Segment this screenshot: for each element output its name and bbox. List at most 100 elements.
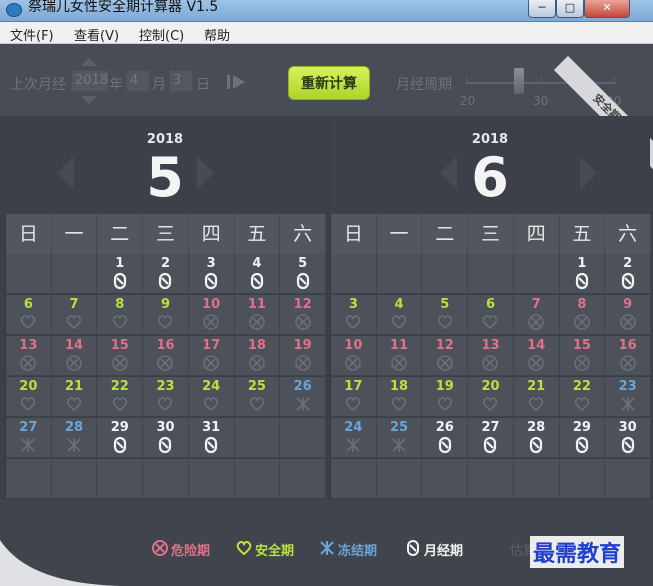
day-cell[interactable]: 2 <box>143 254 189 294</box>
menstrual-icon <box>113 272 126 290</box>
day-cell[interactable]: 1 <box>97 254 144 294</box>
maximize-button[interactable]: □ <box>556 0 584 18</box>
legend-menstrual-label: 月经期 <box>424 544 464 559</box>
safe-icon <box>346 315 361 330</box>
day-cell[interactable]: 27 <box>6 418 52 458</box>
day-number: 20 <box>19 379 38 394</box>
day-cell[interactable]: 7 <box>51 295 98 335</box>
day-cell[interactable]: 22 <box>97 377 144 417</box>
day-cell[interactable]: 6 <box>6 295 52 335</box>
day-cell[interactable]: 10 <box>331 336 377 376</box>
day-cell[interactable]: 9 <box>605 295 651 335</box>
day-cell[interactable]: 20 <box>468 377 514 417</box>
play-icon[interactable] <box>226 74 246 90</box>
day-cell[interactable]: 11 <box>234 295 281 335</box>
day-cell[interactable]: 25 <box>234 377 281 417</box>
day-cell[interactable]: 28 <box>513 418 560 458</box>
day-number: 7 <box>531 297 541 312</box>
day-cell[interactable]: 13 <box>6 336 52 376</box>
danger-icon <box>574 355 590 371</box>
next-month-arrow-icon[interactable] <box>580 156 597 190</box>
day-cell[interactable]: 31 <box>188 418 235 458</box>
day-cell[interactable]: 13 <box>468 336 514 376</box>
day-cell[interactable]: 19 <box>422 377 469 417</box>
day-cell[interactable]: 5 <box>422 295 469 335</box>
day-number: 3 <box>348 297 358 312</box>
day-cell[interactable]: 23 <box>605 377 651 417</box>
menstrual-icon <box>205 436 218 454</box>
day-cell[interactable]: 19 <box>280 336 326 376</box>
month-input[interactable]: 4 <box>126 70 150 92</box>
day-cell[interactable]: 18 <box>234 336 281 376</box>
year-input[interactable]: 2018 <box>71 70 109 92</box>
day-cell[interactable]: 11 <box>376 336 423 376</box>
day-cell[interactable]: 4 <box>376 295 423 335</box>
menu-control[interactable]: 控制(C) <box>139 25 184 44</box>
day-cell[interactable]: 29 <box>97 418 144 458</box>
minimize-button[interactable]: ─ <box>528 0 556 18</box>
close-button[interactable]: ✕ <box>584 0 630 18</box>
day-number: 1 <box>577 256 587 271</box>
day-cell <box>422 254 469 294</box>
day-cell[interactable]: 10 <box>188 295 235 335</box>
legend-safe-label: 安全期 <box>255 544 295 559</box>
day-cell[interactable]: 17 <box>331 377 377 417</box>
day-number: 2 <box>623 256 633 271</box>
day-cell[interactable]: 29 <box>559 418 606 458</box>
day-cell[interactable]: 5 <box>280 254 326 294</box>
day-cell[interactable]: 8 <box>97 295 144 335</box>
recalculate-button[interactable]: 重新计算 <box>288 66 370 100</box>
day-cell[interactable]: 16 <box>605 336 651 376</box>
day-cell[interactable]: 25 <box>376 418 423 458</box>
day-cell[interactable]: 6 <box>468 295 514 335</box>
day-cell[interactable]: 18 <box>376 377 423 417</box>
day-cell[interactable]: 21 <box>513 377 560 417</box>
day-cell[interactable]: 30 <box>605 418 651 458</box>
day-cell[interactable]: 14 <box>51 336 98 376</box>
day-cell[interactable]: 23 <box>143 377 189 417</box>
day-cell <box>6 254 52 294</box>
day-cell[interactable]: 8 <box>559 295 606 335</box>
day-cell[interactable]: 30 <box>143 418 189 458</box>
spin-up-icon[interactable] <box>81 58 97 66</box>
day-cell[interactable]: 22 <box>559 377 606 417</box>
day-cell[interactable]: 3 <box>188 254 235 294</box>
next-month-arrow-icon[interactable] <box>197 156 214 190</box>
day-cell[interactable]: 21 <box>51 377 98 417</box>
day-number: 13 <box>481 338 500 353</box>
menu-view[interactable]: 查看(V) <box>74 25 119 44</box>
day-cell[interactable]: 2 <box>605 254 651 294</box>
menu-file[interactable]: 文件(F) <box>10 25 54 44</box>
month-unit: 月 <box>152 77 166 93</box>
day-cell[interactable]: 26 <box>422 418 469 458</box>
day-cell[interactable]: 9 <box>143 295 189 335</box>
day-cell[interactable]: 4 <box>234 254 281 294</box>
safe-icon <box>529 397 544 412</box>
weekday-cell: 四 <box>189 214 235 254</box>
menstrual-icon <box>621 436 634 454</box>
menu-help[interactable]: 帮助 <box>204 25 230 44</box>
day-cell[interactable]: 7 <box>513 295 560 335</box>
spin-down-icon[interactable] <box>81 96 97 104</box>
day-cell[interactable]: 15 <box>559 336 606 376</box>
day-number: 28 <box>527 420 546 435</box>
day-cell[interactable]: 12 <box>280 295 326 335</box>
day-cell[interactable]: 1 <box>559 254 606 294</box>
day-cell[interactable]: 24 <box>331 418 377 458</box>
day-input[interactable]: 3 <box>169 70 193 92</box>
day-cell[interactable]: 24 <box>188 377 235 417</box>
day-cell[interactable]: 3 <box>331 295 377 335</box>
safe-icon <box>112 397 127 412</box>
day-cell[interactable]: 20 <box>6 377 52 417</box>
day-cell[interactable]: 12 <box>422 336 469 376</box>
day-cell[interactable]: 27 <box>468 418 514 458</box>
danger-icon <box>203 355 219 371</box>
day-cell[interactable]: 14 <box>513 336 560 376</box>
day-number: 4 <box>394 297 404 312</box>
day-cell[interactable]: 28 <box>51 418 98 458</box>
cycle-slider-thumb[interactable] <box>514 68 524 94</box>
day-cell[interactable]: 16 <box>143 336 189 376</box>
day-cell[interactable]: 17 <box>188 336 235 376</box>
day-cell[interactable]: 26 <box>280 377 326 417</box>
day-cell[interactable]: 15 <box>97 336 144 376</box>
